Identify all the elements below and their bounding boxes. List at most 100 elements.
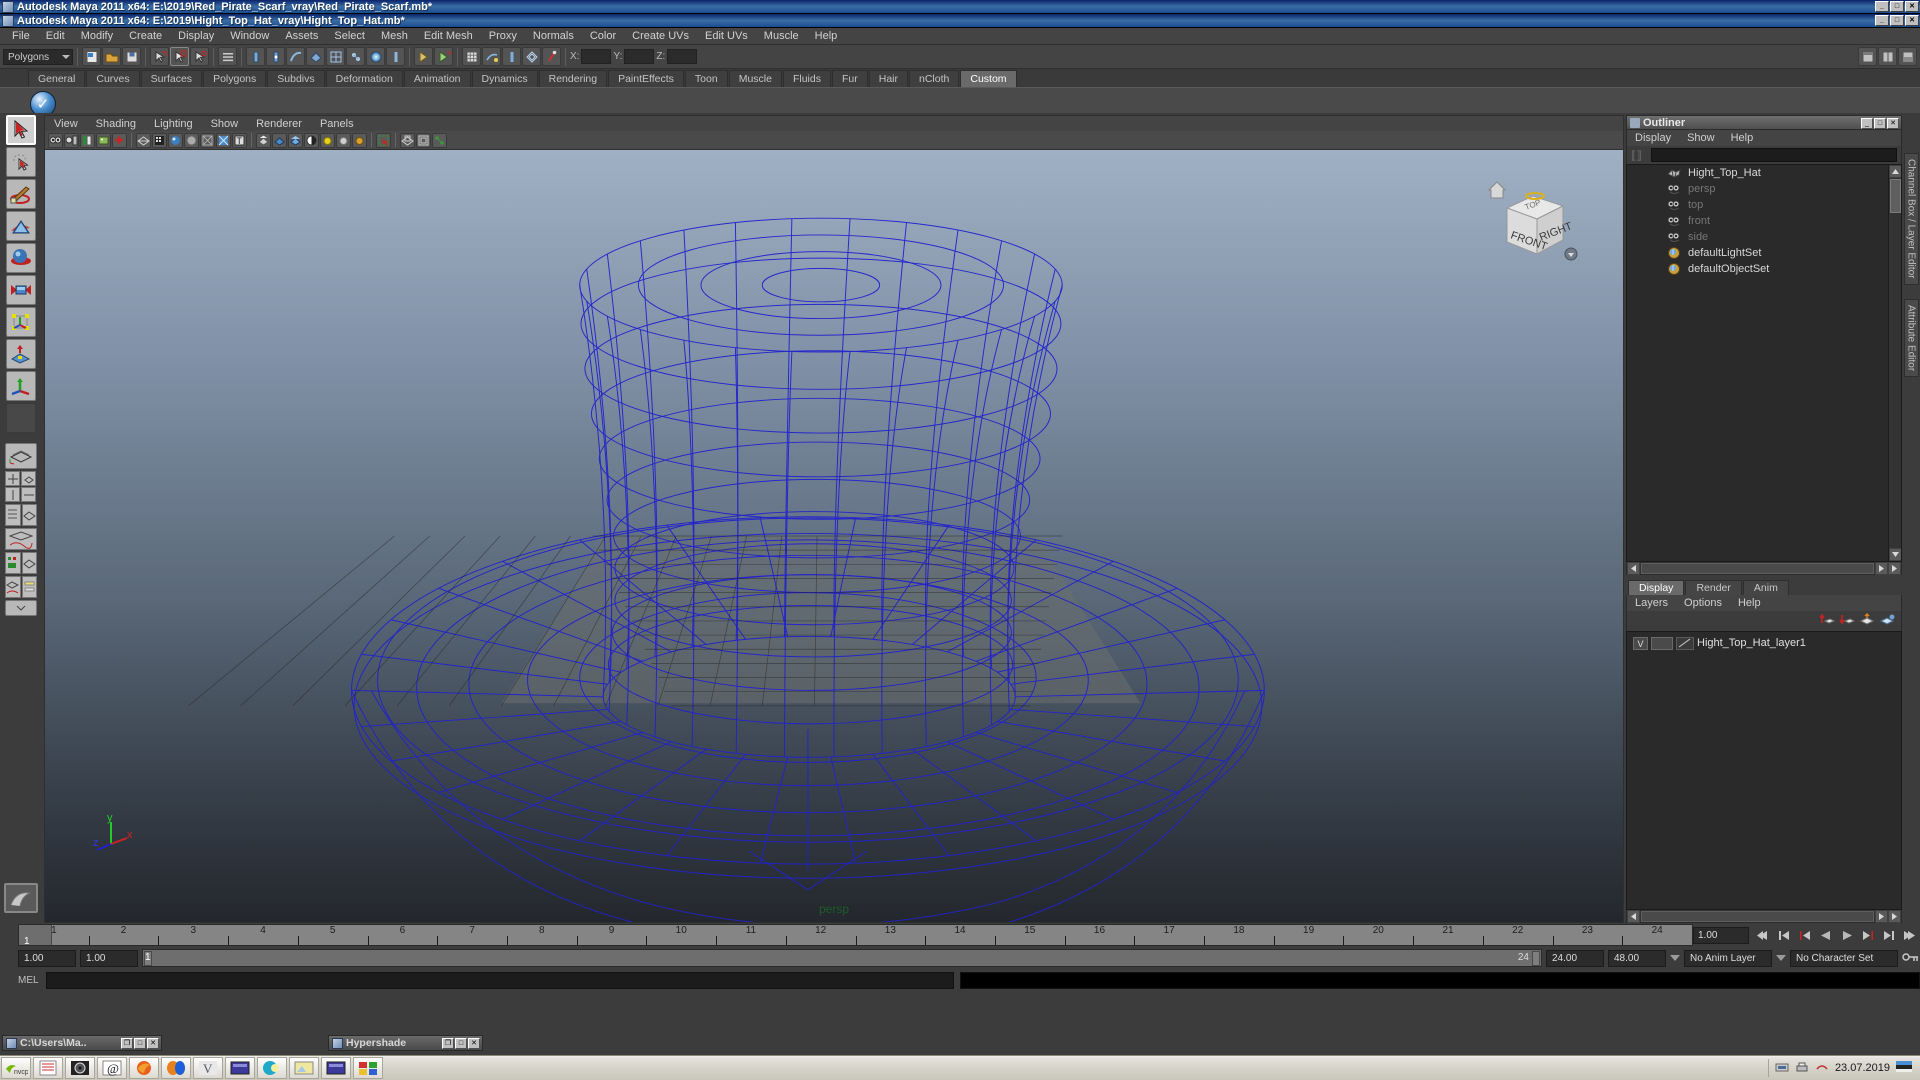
- range-slider[interactable]: 1 24: [142, 949, 1542, 967]
- range-end-field[interactable]: 24.00: [1546, 949, 1604, 967]
- shelf-tab-painteffects[interactable]: PaintEffects: [608, 70, 684, 87]
- display-layer-list[interactable]: V Hight_Top_Hat_layer1: [1626, 631, 1902, 910]
- viewport-menu-view[interactable]: View: [45, 116, 87, 132]
- opera-icon[interactable]: [161, 1057, 191, 1079]
- outliner-item[interactable]: side: [1627, 229, 1901, 245]
- command-line-row[interactable]: MEL: [0, 969, 1920, 991]
- layer-menu-layers[interactable]: Layers: [1627, 597, 1676, 609]
- rotate-tool[interactable]: [6, 243, 36, 273]
- scroll-up-arrow-icon[interactable]: [1889, 165, 1901, 178]
- snap-point-button[interactable]: [286, 47, 305, 66]
- chevron-down-icon[interactable]: [1670, 955, 1680, 961]
- all-lights-icon[interactable]: [272, 132, 287, 148]
- wireframe-icon[interactable]: [136, 132, 151, 148]
- render-layers-button[interactable]: [502, 47, 521, 66]
- layer-menu-help[interactable]: Help: [1730, 597, 1769, 609]
- main-menu-bar[interactable]: File Edit Modify Create Display Window Assets S…: [0, 28, 1920, 45]
- printer-icon[interactable]: [1795, 1061, 1809, 1076]
- minimize-button[interactable]: _: [1875, 1, 1889, 12]
- tool-box[interactable]: [0, 113, 42, 923]
- play-backwards-icon[interactable]: [1816, 925, 1836, 945]
- keyboard-layout-icon[interactable]: [1815, 1061, 1829, 1076]
- menu-item-normals[interactable]: Normals: [525, 28, 582, 45]
- shelf-tab-dynamics[interactable]: Dynamics: [471, 70, 538, 87]
- select-tool[interactable]: [6, 115, 36, 145]
- explorer-window-icon[interactable]: [225, 1057, 255, 1079]
- photoshop-icon[interactable]: @: [97, 1057, 127, 1079]
- menu-item-file[interactable]: File: [4, 28, 38, 45]
- shadows-icon[interactable]: [304, 132, 319, 148]
- shelf-tab-bar[interactable]: General Curves Surfaces Polygons Subdivs Defo…: [0, 69, 1920, 88]
- component-mask-button[interactable]: [218, 47, 237, 66]
- snap-grid-button[interactable]: [246, 47, 265, 66]
- isolate-select-icon[interactable]: [376, 132, 391, 148]
- select-camera-icon[interactable]: [48, 132, 63, 148]
- smooth-shade-icon[interactable]: [152, 132, 167, 148]
- playback-controls[interactable]: [1753, 925, 1920, 945]
- taskbar-clock-date[interactable]: 23.07.2019: [1835, 1062, 1890, 1074]
- menu-item-edit[interactable]: Edit: [38, 28, 73, 45]
- outliner-item[interactable]: defaultLightSet: [1627, 245, 1901, 261]
- paint-select-tool[interactable]: [6, 179, 36, 209]
- new-scene-button[interactable]: [82, 47, 101, 66]
- layout-hypershade-persp-button[interactable]: [5, 552, 21, 574]
- xray-icon[interactable]: [200, 132, 215, 148]
- shelf-tab-custom[interactable]: Custom: [960, 70, 1017, 87]
- show-channel-box-button[interactable]: [1858, 47, 1877, 66]
- notepad-icon[interactable]: [33, 1057, 63, 1079]
- scroll-right-arrow-icon[interactable]: [1875, 561, 1888, 575]
- light-gray-icon[interactable]: [336, 132, 351, 148]
- select-by-hierarchy-button[interactable]: [150, 47, 169, 66]
- teal-app-icon[interactable]: [257, 1057, 287, 1079]
- shelf-tab-polygons[interactable]: Polygons: [203, 70, 267, 87]
- menu-item-assets[interactable]: Assets: [277, 28, 326, 45]
- layer-display-type-icon[interactable]: [1676, 636, 1694, 650]
- layout-preset-group-5[interactable]: [5, 576, 37, 598]
- status-line-toolbar[interactable]: Polygons X: Y: Z:: [0, 45, 1920, 69]
- go-to-start-icon[interactable]: [1753, 925, 1773, 945]
- outliner-item[interactable]: top: [1627, 197, 1901, 213]
- scroll-thumb[interactable]: [1890, 179, 1901, 213]
- show-manipulator-tool[interactable]: [6, 371, 36, 401]
- scroll-right-end-icon[interactable]: [1888, 561, 1901, 575]
- scroll-right-end-icon[interactable]: [1888, 909, 1901, 923]
- flat-shade-icon[interactable]: [184, 132, 199, 148]
- ipr-render-button[interactable]: [434, 47, 453, 66]
- layout-persp-view-button[interactable]: [21, 471, 36, 486]
- key-icon[interactable]: [1902, 951, 1920, 966]
- viewport-menu-bar[interactable]: View Shading Lighting Show Renderer Panels: [44, 115, 1624, 131]
- scale-tool[interactable]: [6, 275, 36, 305]
- time-slider-row[interactable]: 1 1 2 3 4 5 6 7 8 9 10 11 12 13 14 15 16 17 18 19 20 21 22 23 2…: [0, 923, 1920, 947]
- menu-item-proxy[interactable]: Proxy: [481, 28, 525, 45]
- scroll-left-arrow-icon[interactable]: [1627, 561, 1640, 575]
- maximize-button[interactable]: □: [134, 1037, 146, 1049]
- maximize-button[interactable]: □: [1874, 118, 1886, 129]
- outliner-vertical-scrollbar[interactable]: [1888, 165, 1901, 561]
- layout-persp-trax-button[interactable]: [21, 576, 37, 598]
- scroll-left-arrow-icon[interactable]: [1627, 909, 1640, 923]
- minimize-button[interactable]: _: [1861, 118, 1873, 129]
- layer-menu-options[interactable]: Options: [1676, 597, 1730, 609]
- lasso-tool[interactable]: [6, 147, 36, 177]
- universal-manipulator-tool[interactable]: [6, 307, 36, 337]
- close-button[interactable]: ✕: [468, 1037, 480, 1049]
- character-set-selector[interactable]: No Character Set: [1790, 949, 1898, 967]
- make-live-button[interactable]: [346, 47, 365, 66]
- range-start-field[interactable]: 1.00: [80, 949, 138, 967]
- move-layer-up-icon[interactable]: [1819, 613, 1836, 630]
- chevron-down-icon[interactable]: [1776, 955, 1786, 961]
- move-tool[interactable]: [6, 211, 36, 241]
- minimized-window-script-editor[interactable]: C:\Users\Ma.. ❐ □ ✕: [2, 1035, 162, 1051]
- menu-item-create[interactable]: Create: [121, 28, 170, 45]
- time-slider[interactable]: 1 1 2 3 4 5 6 7 8 9 10 11 12 13 14 15 16 17 18 19 20 21 22 23 2…: [18, 924, 1693, 946]
- new-layer-icon[interactable]: [1859, 612, 1875, 630]
- layout-preset-group-3[interactable]: [5, 528, 37, 550]
- layer-tab-display[interactable]: Display: [1628, 580, 1685, 595]
- scroll-down-arrow-icon[interactable]: [1889, 548, 1901, 561]
- light-yellow-icon[interactable]: [320, 132, 335, 148]
- close-button[interactable]: ✕: [1887, 118, 1899, 129]
- colorful-app-icon[interactable]: [353, 1057, 383, 1079]
- show-attribute-editor-button[interactable]: [1898, 47, 1917, 66]
- layer-editor-menu-bar[interactable]: Layers Options Help: [1626, 595, 1902, 611]
- layout-persp-persp-button[interactable]: [21, 552, 37, 574]
